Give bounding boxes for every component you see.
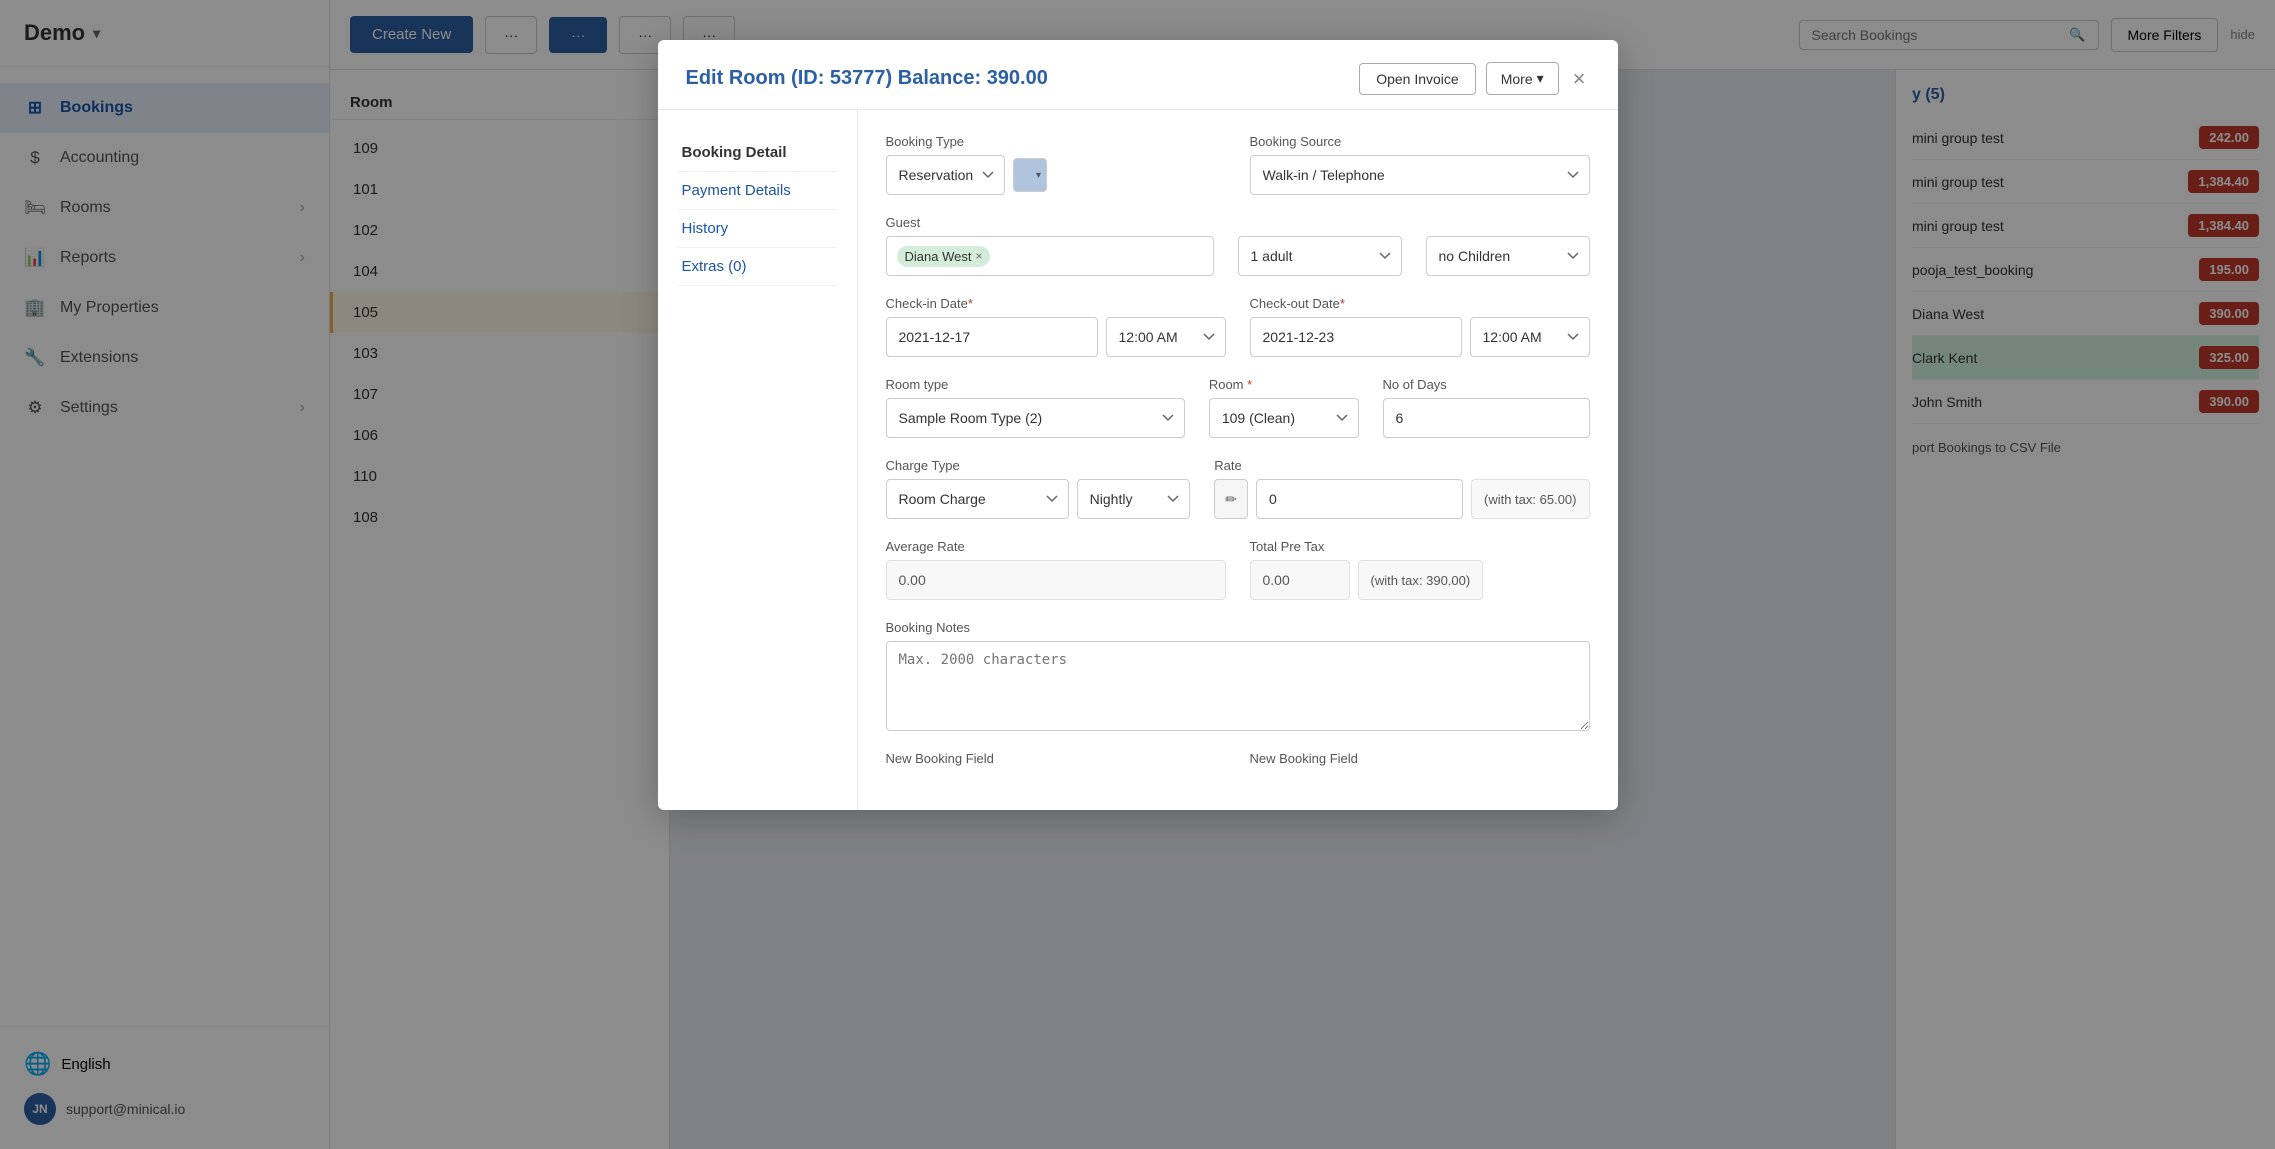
total-pre-tax-label: Total Pre Tax	[1250, 539, 1590, 554]
guest-label: Guest	[886, 215, 1214, 230]
form-group-room: Room * 109 (Clean)	[1209, 377, 1359, 438]
modal-title: Edit Room (ID: 53777) Balance: 390.00	[686, 67, 1048, 90]
new-booking-field-label-1: New Booking Field	[886, 751, 1226, 766]
booking-notes-textarea[interactable]	[886, 641, 1590, 731]
new-booking-field-label-2: New Booking Field	[1250, 751, 1590, 766]
form-row-new-fields: New Booking Field New Booking Field	[886, 751, 1590, 766]
checkin-time-select[interactable]: 12:00 AM	[1106, 317, 1226, 357]
form-group-new-booking-field-2: New Booking Field	[1250, 751, 1590, 766]
checkout-date-input[interactable]	[1250, 317, 1462, 357]
total-with-tax: (with tax: 390.00)	[1358, 560, 1484, 600]
modal-sidebar-booking-detail[interactable]: Booking Detail	[678, 134, 837, 172]
modal-sidebar-history[interactable]: History	[678, 210, 837, 248]
charge-type-select[interactable]: Room Charge	[886, 479, 1069, 519]
form-row-totals: Average Rate 0.00 Total Pre Tax 0.00 (wi…	[886, 539, 1590, 600]
form-row-guest: Guest Diana West × 1 adult	[886, 215, 1590, 276]
open-invoice-button[interactable]: Open Invoice	[1359, 63, 1476, 95]
modal-header-actions: Open Invoice More ▾ ×	[1359, 62, 1589, 95]
modal-body: Booking Detail Payment Details History E…	[658, 110, 1618, 810]
form-group-booking-type: Booking Type Reservation ▾	[886, 134, 1226, 195]
form-group-adults: 1 adult	[1238, 215, 1402, 276]
form-row-room: Room type Sample Room Type (2) Room * 10…	[886, 377, 1590, 438]
adults-label	[1238, 215, 1402, 230]
total-pre-tax-value: 0.00	[1250, 560, 1350, 600]
checkin-label: Check-in Date*	[886, 296, 1226, 311]
modal-sidebar-payment-details[interactable]: Payment Details	[678, 172, 837, 210]
avg-rate-value: 0.00	[886, 560, 1226, 600]
form-group-total-pre-tax: Total Pre Tax 0.00 (with tax: 390.00)	[1250, 539, 1590, 600]
modal-close-button[interactable]: ×	[1569, 68, 1590, 90]
checkout-label: Check-out Date*	[1250, 296, 1590, 311]
rate-with-tax: (with tax: 65.00)	[1471, 479, 1590, 519]
form-group-guest: Guest Diana West ×	[886, 215, 1214, 276]
form-group-new-booking-field-1: New Booking Field	[886, 751, 1226, 766]
children-select[interactable]: no Children	[1426, 236, 1590, 276]
modal-overlay: Edit Room (ID: 53777) Balance: 390.00 Op…	[0, 0, 2275, 1149]
form-row-dates: Check-in Date* 12:00 AM Check-out Date*	[886, 296, 1590, 357]
checkin-date-row: 12:00 AM	[886, 317, 1226, 357]
form-group-avg-rate: Average Rate 0.00	[886, 539, 1226, 600]
form-group-booking-source: Booking Source Walk-in / Telephone	[1250, 134, 1590, 195]
color-picker-button[interactable]: ▾	[1013, 158, 1047, 192]
modal-sidebar: Booking Detail Payment Details History E…	[658, 110, 858, 810]
form-group-checkout: Check-out Date* 12:00 AM	[1250, 296, 1590, 357]
nightly-select[interactable]: Nightly	[1077, 479, 1191, 519]
room-select[interactable]: 109 (Clean)	[1209, 398, 1359, 438]
rate-input[interactable]	[1256, 479, 1463, 519]
form-group-children: no Children	[1426, 215, 1590, 276]
form-group-no-of-days: No of Days	[1383, 377, 1590, 438]
remove-guest-button[interactable]: ×	[975, 249, 982, 263]
more-button[interactable]: More ▾	[1486, 62, 1559, 95]
children-label	[1426, 215, 1590, 230]
form-row-notes: Booking Notes	[886, 620, 1590, 731]
guest-tag: Diana West ×	[897, 246, 991, 267]
form-group-room-type: Room type Sample Room Type (2)	[886, 377, 1185, 438]
rate-row: ✏ (with tax: 65.00)	[1214, 479, 1589, 519]
booking-source-label: Booking Source	[1250, 134, 1590, 149]
guest-input[interactable]: Diana West ×	[886, 236, 1214, 276]
color-swatch	[1018, 166, 1036, 184]
booking-notes-label: Booking Notes	[886, 620, 1590, 635]
form-row-booking-type-source: Booking Type Reservation ▾ Book	[886, 134, 1590, 195]
form-group-booking-notes: Booking Notes	[886, 620, 1590, 731]
chevron-down-icon: ▾	[1036, 170, 1041, 181]
modal-header: Edit Room (ID: 53777) Balance: 390.00 Op…	[658, 40, 1618, 110]
rate-edit-button[interactable]: ✏	[1214, 479, 1248, 519]
room-type-select[interactable]: Sample Room Type (2)	[886, 398, 1185, 438]
edit-room-modal: Edit Room (ID: 53777) Balance: 390.00 Op…	[658, 40, 1618, 810]
booking-source-select[interactable]: Walk-in / Telephone	[1250, 155, 1590, 195]
checkout-date-row: 12:00 AM	[1250, 317, 1590, 357]
more-label: More	[1501, 71, 1533, 87]
booking-type-select[interactable]: Reservation	[886, 155, 1005, 195]
modal-form: Booking Type Reservation ▾ Book	[858, 110, 1618, 810]
avg-rate-label: Average Rate	[886, 539, 1226, 554]
booking-type-label: Booking Type	[886, 134, 1226, 149]
charge-type-label: Charge Type	[886, 458, 1191, 473]
form-group-rate: Rate ✏ (with tax: 65.00)	[1214, 458, 1589, 519]
adults-select[interactable]: 1 adult	[1238, 236, 1402, 276]
no-of-days-label: No of Days	[1383, 377, 1590, 392]
form-group-checkin: Check-in Date* 12:00 AM	[886, 296, 1226, 357]
checkout-time-select[interactable]: 12:00 AM	[1470, 317, 1590, 357]
room-label: Room *	[1209, 377, 1359, 392]
guest-name: Diana West	[905, 249, 972, 264]
checkin-date-input[interactable]	[886, 317, 1098, 357]
no-of-days-input[interactable]	[1383, 398, 1590, 438]
chevron-down-icon: ▾	[1537, 70, 1544, 87]
room-type-label: Room type	[886, 377, 1185, 392]
modal-balance: 390.00	[987, 67, 1048, 89]
form-group-charge-type: Charge Type Room Charge Nightly	[886, 458, 1191, 519]
form-row-charge: Charge Type Room Charge Nightly Rate	[886, 458, 1590, 519]
modal-sidebar-extras[interactable]: Extras (0)	[678, 248, 837, 286]
rate-label: Rate	[1214, 458, 1589, 473]
